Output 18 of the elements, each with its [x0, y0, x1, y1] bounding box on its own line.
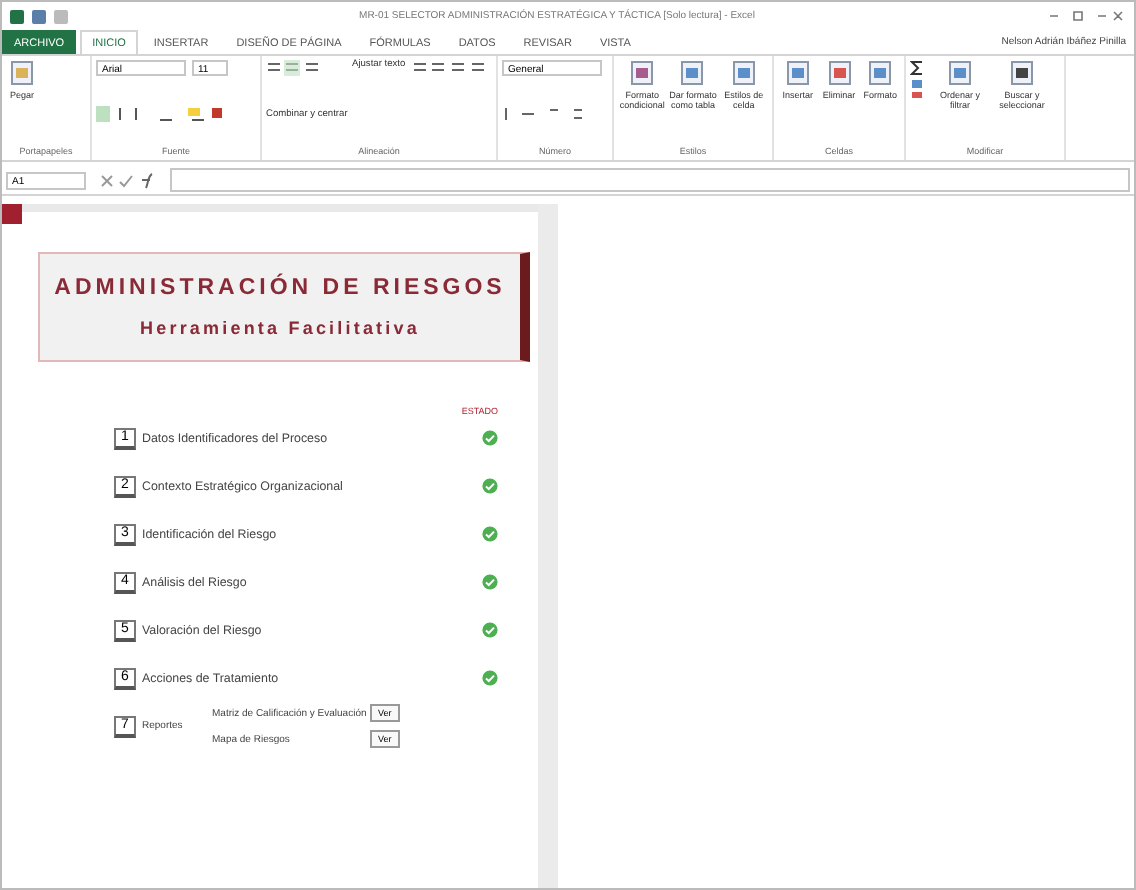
ribbon-icon	[785, 60, 810, 86]
excel-logo-icon	[10, 9, 24, 23]
selected-cell-marker[interactable]	[2, 204, 22, 224]
sheet-title: ADMINISTRACIÓN DE RIESGOS	[54, 276, 506, 300]
window-controls-icon[interactable]	[1046, 10, 1126, 22]
formula-input[interactable]	[170, 168, 1130, 192]
ribbon-icon	[1010, 60, 1034, 86]
ribbon-icon	[948, 60, 972, 86]
sheet-subtitle: Herramienta Facilitativa	[140, 318, 420, 338]
ribbon-icon	[10, 60, 34, 86]
ribbon-icon	[868, 60, 893, 86]
ribbon-icon	[680, 60, 705, 86]
ribbon-icon	[731, 60, 756, 86]
formula-buttons-icon[interactable]	[98, 171, 158, 189]
save-icon[interactable]	[32, 9, 46, 23]
ribbon-icon	[630, 60, 655, 86]
sum-icon[interactable]	[910, 60, 926, 100]
ribbon-icon	[827, 60, 851, 86]
